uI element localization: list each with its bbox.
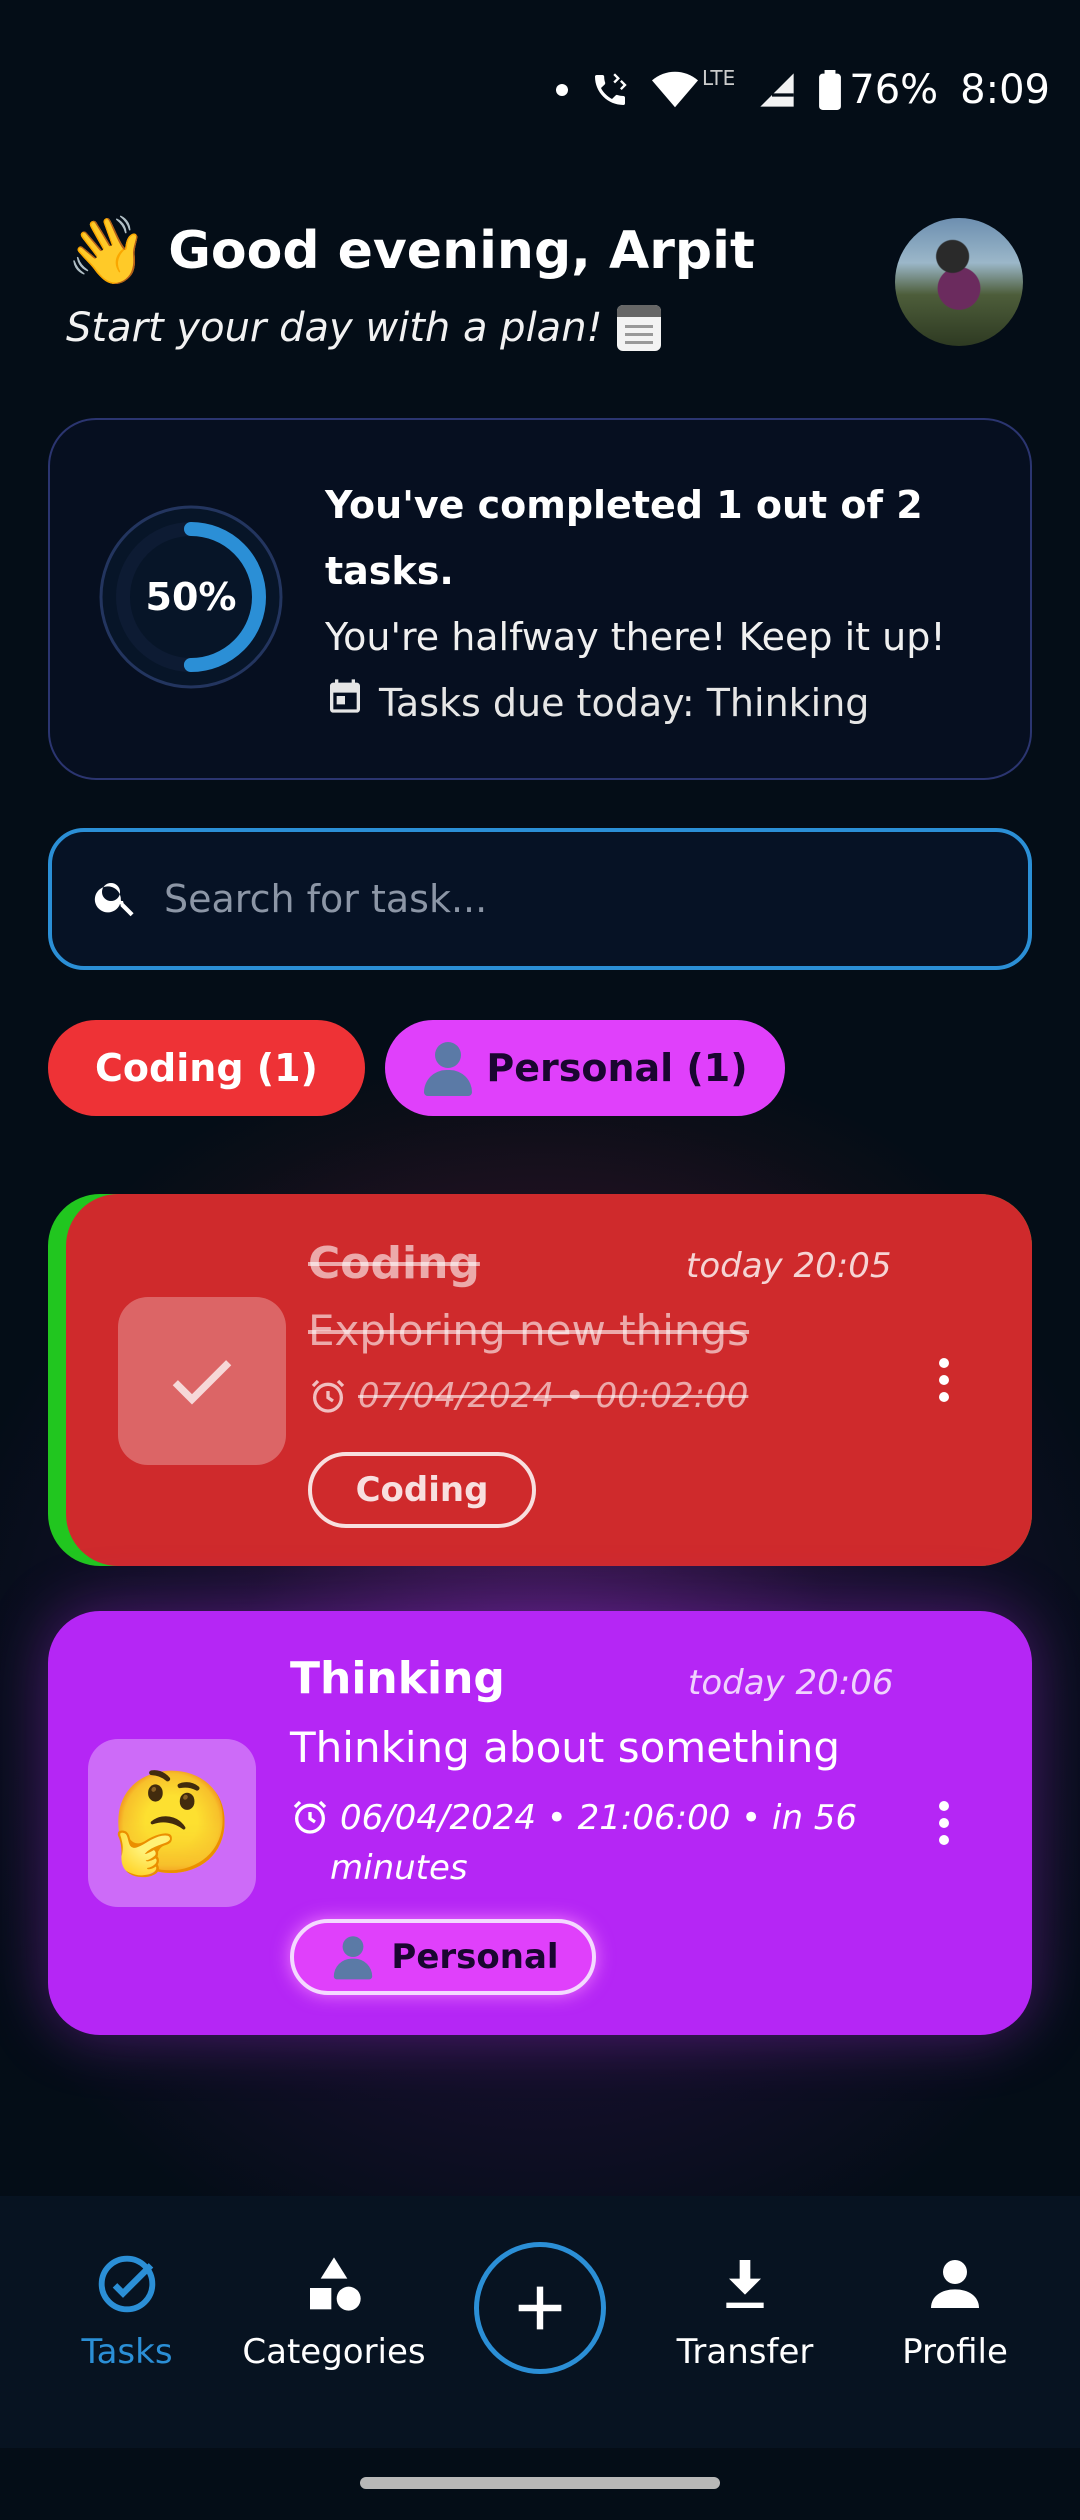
person-icon bbox=[931, 2260, 979, 2308]
subtitle-text: Start your day with a plan! bbox=[66, 305, 603, 351]
notification-dot-icon bbox=[556, 84, 569, 96]
clock: 8:09 bbox=[960, 67, 1050, 113]
task-description: Exploring new things bbox=[308, 1306, 750, 1355]
battery-icon bbox=[819, 70, 842, 110]
task-description: Thinking about something bbox=[290, 1723, 841, 1772]
search-bar[interactable] bbox=[48, 828, 1032, 970]
category-chip-personal[interactable]: Personal (1) bbox=[385, 1020, 785, 1116]
wifi-icon bbox=[652, 70, 699, 110]
network-type: LTE bbox=[702, 66, 736, 90]
category-chip-label: Coding (1) bbox=[95, 1046, 318, 1090]
shapes-icon bbox=[310, 2257, 361, 2311]
nav-tasks[interactable]: Tasks bbox=[81, 2252, 173, 2372]
task-title: Coding bbox=[308, 1238, 480, 1289]
search-icon bbox=[92, 873, 140, 925]
task-check-icon bbox=[98, 2255, 156, 2313]
progress-card: 50% You've completed 1 out of 2 tasks. Y… bbox=[48, 418, 1032, 780]
greeting-row: 👋 Good evening, Arpit bbox=[66, 218, 755, 284]
calendar-today-icon bbox=[325, 670, 365, 736]
task-deadline-text: 07/04/2024 • 00:02:00 bbox=[358, 1376, 749, 1416]
nav-categories-label: Categories bbox=[242, 2332, 426, 2372]
nav-tasks-label: Tasks bbox=[81, 2332, 173, 2372]
task-deadline-cont: minutes bbox=[330, 1848, 468, 1888]
thinking-face-icon: 🤔 bbox=[109, 1764, 235, 1881]
progress-headline: You've completed 1 out of 2 tasks. bbox=[325, 483, 923, 593]
task-category-tag[interactable]: Personal bbox=[290, 1919, 596, 1995]
task-deadline-main: 06/04/2024 • 21:06:00 • in 56 bbox=[340, 1798, 858, 1838]
download-icon bbox=[726, 2260, 764, 2308]
task-category-label: Personal bbox=[391, 1937, 559, 1977]
battery-level: 76% bbox=[849, 67, 939, 113]
task-category-tag[interactable]: Coding bbox=[308, 1452, 536, 1528]
category-chip-coding[interactable]: Coding (1) bbox=[48, 1020, 365, 1116]
more-options-icon[interactable] bbox=[924, 1793, 964, 1853]
task-time: today 20:06 bbox=[688, 1663, 894, 1703]
progress-percent: 50% bbox=[145, 575, 237, 619]
task-deadline-text: 06/04/2024 • 21:06:00 • in 56 minutes bbox=[330, 1793, 858, 1893]
task-card-body: Coding today 20:05 Exploring new things … bbox=[66, 1194, 1032, 1566]
task-card-coding[interactable]: Coding today 20:05 Exploring new things … bbox=[48, 1194, 1032, 1566]
task-category-label: Coding bbox=[355, 1470, 489, 1510]
more-options-icon[interactable] bbox=[924, 1350, 964, 1410]
alarm-icon bbox=[311, 1379, 345, 1413]
wifi-calling-icon bbox=[590, 70, 630, 110]
greeting-text: Good evening, Arpit bbox=[168, 221, 755, 281]
subtitle: Start your day with a plan! bbox=[66, 305, 661, 351]
nav-profile[interactable]: Profile bbox=[900, 2252, 1010, 2372]
calendar-icon bbox=[616, 305, 661, 351]
progress-message: You're halfway there! Keep it up! bbox=[325, 615, 946, 659]
task-deadline: 06/04/2024 • 21:06:00 • in 56 minutes bbox=[290, 1793, 930, 1893]
home-indicator[interactable] bbox=[360, 2477, 720, 2489]
person-icon bbox=[333, 1935, 375, 1980]
avatar[interactable] bbox=[895, 218, 1023, 346]
category-chip-label: Personal (1) bbox=[486, 1046, 748, 1090]
due-today: Tasks due today: Thinking bbox=[325, 670, 1005, 736]
bottom-nav: Tasks Categories Transfer Profile bbox=[0, 2196, 1080, 2448]
waving-hand-icon: 👋 bbox=[66, 212, 149, 289]
task-time: today 20:05 bbox=[686, 1246, 892, 1286]
nav-categories[interactable]: Categories bbox=[242, 2252, 426, 2372]
status-bar: LTE 76% 8:09 bbox=[556, 60, 1050, 120]
screen: LTE 76% 8:09 👋 Good evening, Arpit Start… bbox=[0, 0, 1080, 2520]
nav-profile-label: Profile bbox=[902, 2332, 1008, 2372]
task-complete-checkbox[interactable] bbox=[118, 1297, 286, 1465]
add-task-button[interactable] bbox=[474, 2242, 606, 2374]
nav-transfer-label: Transfer bbox=[676, 2332, 814, 2372]
nav-transfer[interactable]: Transfer bbox=[677, 2252, 813, 2372]
progress-text: You've completed 1 out of 2 tasks. You'r… bbox=[325, 472, 1005, 736]
search-input[interactable] bbox=[164, 877, 964, 921]
person-icon bbox=[422, 1040, 474, 1096]
signal-icon bbox=[757, 70, 797, 110]
task-emoji-box[interactable]: 🤔 bbox=[88, 1739, 256, 1907]
task-title: Thinking bbox=[290, 1653, 505, 1704]
plus-icon bbox=[518, 2286, 562, 2330]
check-icon bbox=[172, 1360, 232, 1405]
task-deadline: 07/04/2024 • 00:02:00 bbox=[308, 1376, 748, 1416]
alarm-icon bbox=[293, 1800, 327, 1834]
due-today-text: Tasks due today: Thinking bbox=[379, 681, 870, 725]
task-card-thinking[interactable]: 🤔 Thinking today 20:06 Thinking about so… bbox=[48, 1611, 1032, 2035]
